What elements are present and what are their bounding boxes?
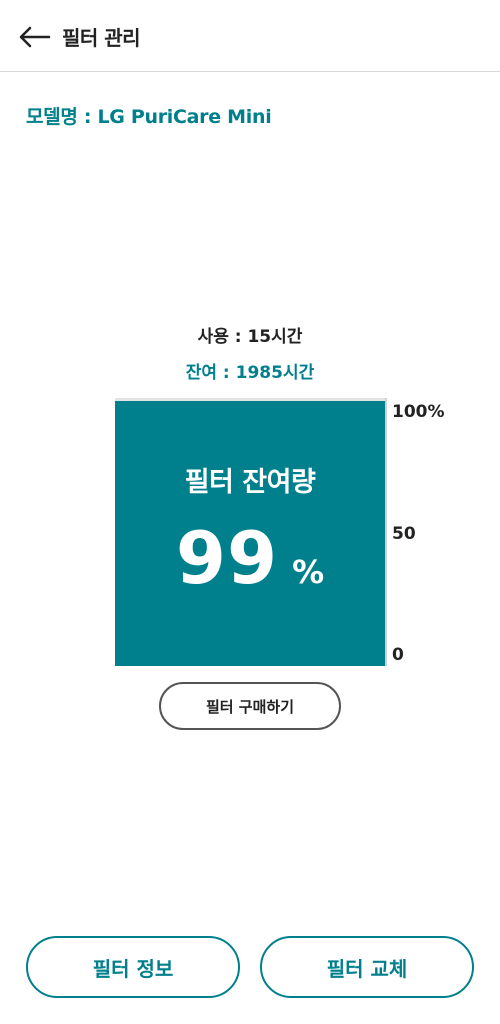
gauge-percent-unit: % bbox=[292, 553, 325, 591]
back-arrow-icon bbox=[19, 26, 51, 48]
gauge-percent-number: 99 bbox=[175, 516, 279, 600]
back-button[interactable] bbox=[14, 20, 54, 54]
scale-label-bottom: 0 bbox=[392, 645, 404, 665]
buy-filter-button[interactable]: 필터 구매하기 bbox=[159, 682, 341, 730]
page-title: 필터 관리 bbox=[62, 26, 141, 50]
gauge-axis-line bbox=[385, 398, 387, 666]
gauge-value: 99% bbox=[115, 516, 385, 600]
filter-gauge: 필터 잔여량 99% bbox=[115, 398, 385, 666]
filter-replace-button[interactable]: 필터 교체 bbox=[260, 936, 474, 998]
model-name: 모델명 : LG PuriCare Mini bbox=[26, 106, 272, 128]
app-header: 필터 관리 bbox=[0, 0, 500, 72]
filter-info-button[interactable]: 필터 정보 bbox=[26, 936, 240, 998]
scale-label-mid: 50 bbox=[392, 524, 416, 544]
usage-hours: 사용 : 15시간 bbox=[197, 327, 303, 347]
gauge-label: 필터 잔여량 bbox=[184, 467, 316, 498]
scale-label-top: 100% bbox=[392, 402, 445, 422]
remaining-hours: 잔여 : 1985시간 bbox=[185, 363, 315, 383]
